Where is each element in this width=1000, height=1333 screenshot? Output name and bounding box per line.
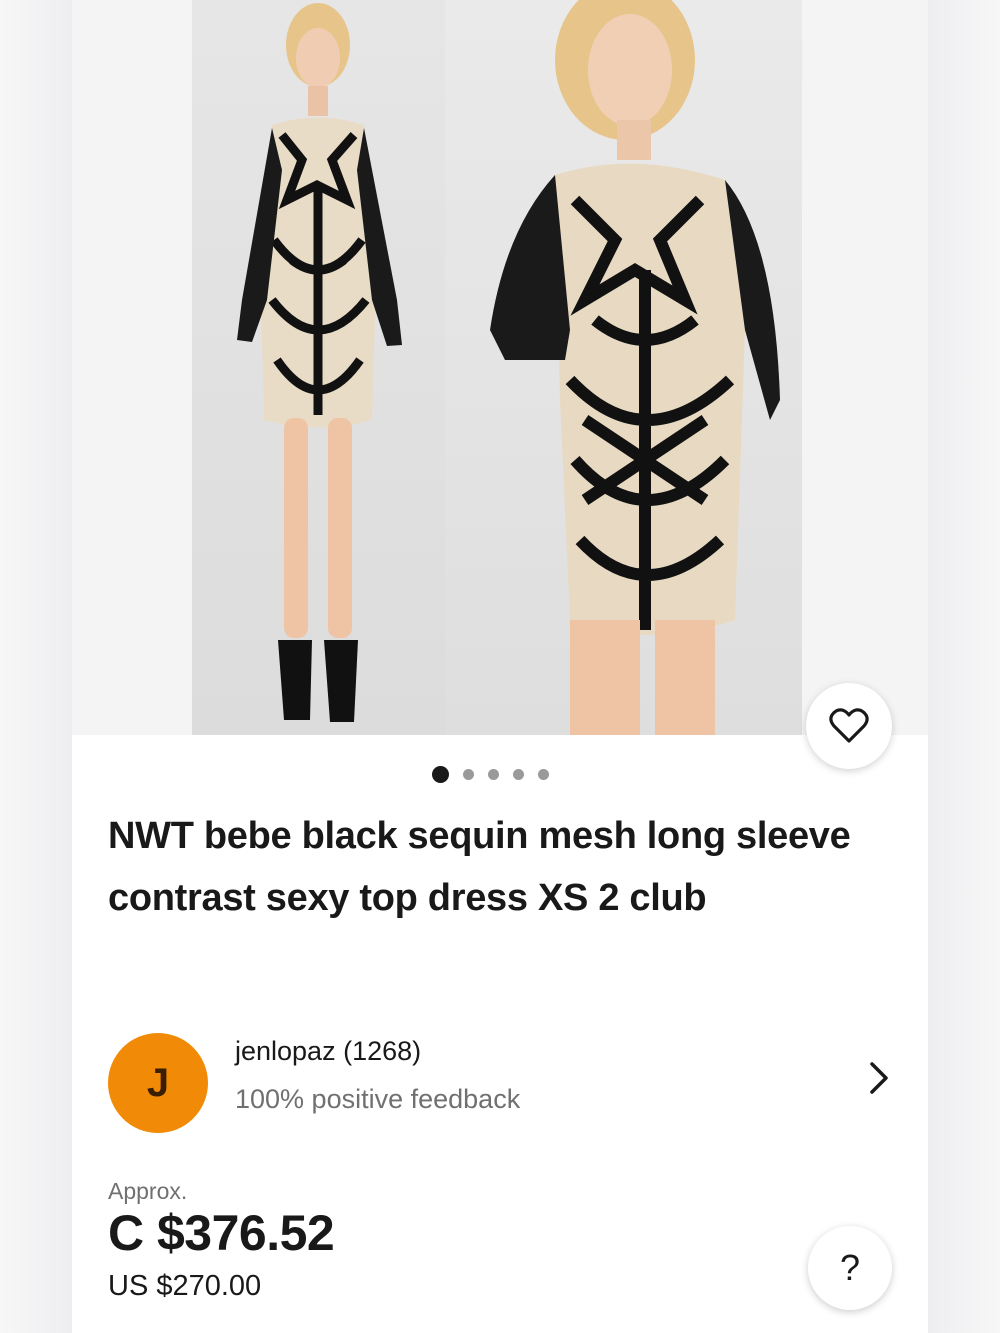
background-left: [0, 0, 72, 1333]
listing-card: NWT bebe black sequin mesh long sleeve c…: [72, 0, 928, 1333]
pagination-dot-4[interactable]: [513, 769, 524, 780]
favorite-button[interactable]: [806, 683, 892, 769]
approx-label: Approx.: [108, 1178, 188, 1204]
pagination-dot-3[interactable]: [488, 769, 499, 780]
original-price: US $270.00: [108, 1270, 262, 1302]
converted-price: C $376.52: [108, 1205, 335, 1261]
product-image-carousel[interactable]: [72, 0, 928, 735]
chevron-right-icon: [870, 1062, 888, 1094]
seller-info-row[interactable]: J jenlopaz (1268) 100% positive feedback: [108, 1033, 898, 1133]
image-pagination: [432, 766, 549, 783]
background-right: [928, 0, 1000, 1333]
seller-name: jenlopaz (1268): [235, 1036, 422, 1066]
product-photo-closeup: [445, 0, 802, 735]
help-button[interactable]: ?: [808, 1226, 892, 1310]
pagination-dot-1[interactable]: [432, 766, 449, 783]
seller-avatar: J: [108, 1033, 208, 1133]
pagination-dot-5[interactable]: [538, 769, 549, 780]
heart-icon: [829, 708, 869, 743]
pagination-dot-2[interactable]: [463, 769, 474, 780]
listing-title: NWT bebe black sequin mesh long sleeve c…: [108, 815, 851, 919]
product-photo-full-length: [192, 0, 445, 735]
seller-feedback: 100% positive feedback: [235, 1084, 521, 1114]
